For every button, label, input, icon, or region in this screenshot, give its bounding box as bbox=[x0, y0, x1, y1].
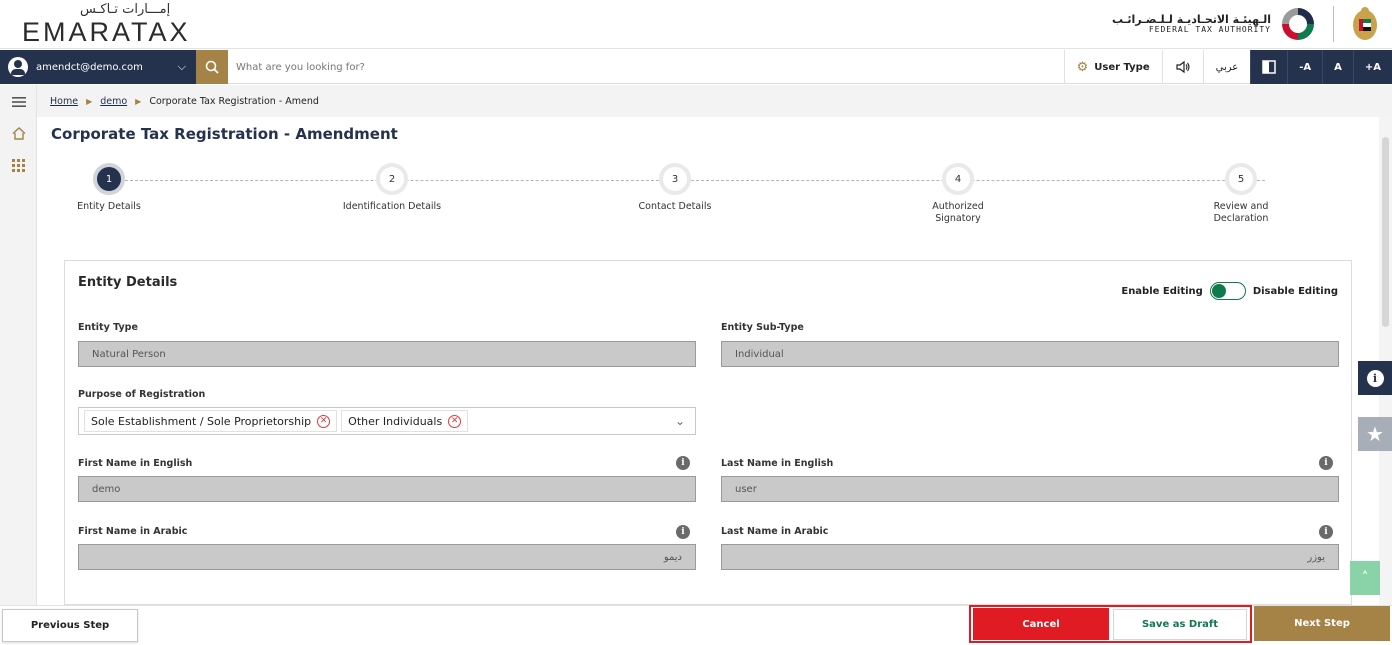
first-name-en-field: demo bbox=[78, 476, 696, 502]
font-increase-button[interactable]: +A bbox=[1352, 50, 1392, 84]
breadcrumb-arrow-icon: ▶ bbox=[86, 96, 93, 106]
fta-name-english: FEDERAL TAX AUTHORITY bbox=[1148, 24, 1271, 34]
fta-emblem-icon bbox=[1282, 8, 1314, 40]
first-name-ar-field: ديمو bbox=[78, 544, 696, 570]
search-button[interactable] bbox=[196, 50, 228, 84]
info-icon[interactable]: i bbox=[676, 456, 690, 470]
step-number: 1 bbox=[93, 163, 125, 195]
editing-toggle-row: Enable Editing Disable Editing bbox=[1121, 282, 1338, 300]
font-normal-button[interactable]: A bbox=[1322, 50, 1353, 84]
language-toggle[interactable]: عربي bbox=[1202, 50, 1251, 84]
next-step-button[interactable]: Next Step bbox=[1254, 606, 1390, 641]
info-icon[interactable]: i bbox=[1319, 456, 1333, 470]
purpose-multiselect[interactable]: Sole Establishment / Sole Proprietorship… bbox=[78, 407, 696, 435]
contrast-icon bbox=[1262, 60, 1276, 74]
step-authorized-signatory[interactable]: 4 Authorized Signatory bbox=[873, 160, 1043, 225]
fta-branding: الـهيئـة الاتحـاديـة لـلـضـرائـب FEDERAL… bbox=[1112, 2, 1380, 46]
purpose-label: Purpose of Registration bbox=[78, 389, 206, 400]
remove-chip-icon[interactable]: ✕ bbox=[448, 414, 462, 428]
double-chevron-up-icon: ˄ bbox=[1361, 570, 1369, 586]
step-label: Identification Details bbox=[342, 201, 442, 212]
breadcrumb-demo-link[interactable]: demo bbox=[100, 96, 127, 107]
chip-label: Other Individuals bbox=[348, 414, 443, 428]
remove-chip-icon[interactable]: ✕ bbox=[317, 414, 331, 428]
top-navigation-bar: amendct@demo.com ⌵ ⚙ User Type عربي bbox=[0, 50, 1392, 84]
fta-logo-text: الـهيئـة الاتحـاديـة لـلـضـرائـب FEDERAL… bbox=[1112, 12, 1271, 35]
search-icon bbox=[205, 60, 219, 74]
utility-toolbar: ⚙ User Type عربي -A A +A bbox=[1063, 50, 1392, 84]
step-label: Authorized Signatory bbox=[932, 201, 984, 224]
info-icon: i bbox=[1366, 369, 1384, 387]
progress-stepper: 1 Entity Details 2 Identification Detail… bbox=[37, 160, 1377, 240]
last-name-en-label: Last Name in English bbox=[721, 458, 834, 469]
cancel-button[interactable]: Cancel bbox=[973, 608, 1109, 640]
entity-subtype-field: Individual bbox=[721, 341, 1339, 367]
chevron-down-icon[interactable]: ⌵ bbox=[178, 60, 186, 74]
speaker-icon bbox=[1176, 60, 1190, 74]
read-aloud-button[interactable] bbox=[1161, 50, 1203, 84]
scroll-to-top-button[interactable]: ˄ bbox=[1350, 561, 1380, 595]
floating-favorite-button[interactable]: ★ bbox=[1358, 417, 1392, 451]
purpose-chip: Sole Establishment / Sole Proprietorship… bbox=[84, 410, 338, 432]
last-name-ar-field: يوزر bbox=[721, 544, 1339, 570]
entity-type-label: Entity Type bbox=[78, 322, 138, 333]
entity-type-field: Natural Person bbox=[78, 341, 696, 367]
first-name-en-label: First Name in English bbox=[78, 458, 193, 469]
step-number: 3 bbox=[659, 163, 691, 195]
first-name-ar-label: First Name in Arabic bbox=[78, 526, 188, 537]
info-icon[interactable]: i bbox=[676, 525, 690, 539]
entity-details-card: Entity Details Enable Editing Disable Ed… bbox=[64, 260, 1352, 605]
user-email: amendct@demo.com bbox=[36, 61, 143, 73]
chip-label: Sole Establishment / Sole Proprietorship bbox=[91, 414, 312, 428]
step-number: 2 bbox=[376, 163, 408, 195]
entity-subtype-label: Entity Sub-Type bbox=[721, 322, 804, 333]
footer-action-bar: Previous Step Cancel Save as Draft Next … bbox=[0, 605, 1392, 645]
emaratax-logo[interactable]: EMARATAX bbox=[22, 17, 191, 48]
enable-editing-label: Enable Editing bbox=[1121, 285, 1203, 297]
breadcrumb-arrow-icon: ▶ bbox=[135, 96, 142, 106]
last-name-en-field: user bbox=[721, 476, 1339, 502]
save-as-draft-button[interactable]: Save as Draft bbox=[1113, 609, 1247, 640]
fta-name-arabic: الـهيئـة الاتحـاديـة لـلـضـرائـب bbox=[1112, 12, 1271, 26]
chevron-down-icon[interactable]: ⌄ bbox=[675, 414, 685, 428]
step-number: 4 bbox=[942, 163, 974, 195]
home-icon[interactable] bbox=[0, 125, 37, 144]
disable-editing-label: Disable Editing bbox=[1252, 285, 1338, 297]
toggle-knob bbox=[1211, 284, 1226, 298]
step-entity-details[interactable]: 1 Entity Details bbox=[24, 160, 194, 213]
step-review-declaration[interactable]: 5 Review and Declaration bbox=[1156, 160, 1326, 225]
emaratax-logo-arabic: إمـــارات تـاكـس bbox=[80, 2, 171, 17]
previous-step-button[interactable]: Previous Step bbox=[2, 609, 138, 642]
user-type-button[interactable]: ⚙ User Type bbox=[1063, 50, 1162, 84]
uae-emblem-icon bbox=[1353, 7, 1377, 40]
contrast-toggle[interactable] bbox=[1250, 50, 1288, 84]
breadcrumb: Home ▶ demo ▶ Corporate Tax Registration… bbox=[37, 85, 1392, 117]
purpose-chip: Other Individuals ✕ bbox=[341, 410, 469, 432]
step-label: Review and Declaration bbox=[1213, 201, 1269, 224]
last-name-ar-label: Last Name in Arabic bbox=[721, 526, 829, 537]
site-header: إمـــارات تـاكـس EMARATAX الـهيئـة الاتح… bbox=[0, 0, 1392, 49]
header-divider bbox=[1333, 6, 1334, 42]
search-input[interactable] bbox=[236, 56, 836, 78]
menu-icon[interactable] bbox=[0, 93, 37, 112]
step-contact-details[interactable]: 3 Contact Details bbox=[590, 160, 760, 213]
scrollbar-thumb[interactable] bbox=[1382, 137, 1389, 327]
step-identification-details[interactable]: 2 Identification Details bbox=[307, 160, 477, 213]
gear-icon: ⚙ bbox=[1076, 59, 1089, 75]
info-icon[interactable]: i bbox=[1319, 525, 1333, 539]
page-title: Corporate Tax Registration - Amendment bbox=[51, 125, 398, 143]
user-account-menu[interactable]: amendct@demo.com ⌵ bbox=[0, 50, 196, 84]
user-avatar-icon bbox=[8, 57, 28, 77]
font-decrease-button[interactable]: -A bbox=[1287, 50, 1323, 84]
breadcrumb-home-link[interactable]: Home bbox=[50, 96, 78, 107]
star-icon: ★ bbox=[1366, 422, 1384, 446]
step-label: Contact Details bbox=[638, 201, 712, 212]
section-title: Entity Details bbox=[78, 275, 178, 290]
breadcrumb-current: Corporate Tax Registration - Amend bbox=[149, 95, 319, 107]
user-type-label: User Type bbox=[1094, 61, 1150, 73]
step-number: 5 bbox=[1225, 163, 1257, 195]
floating-info-button[interactable]: i bbox=[1358, 361, 1392, 395]
editing-toggle[interactable] bbox=[1209, 282, 1246, 300]
step-label: Entity Details bbox=[77, 201, 141, 212]
